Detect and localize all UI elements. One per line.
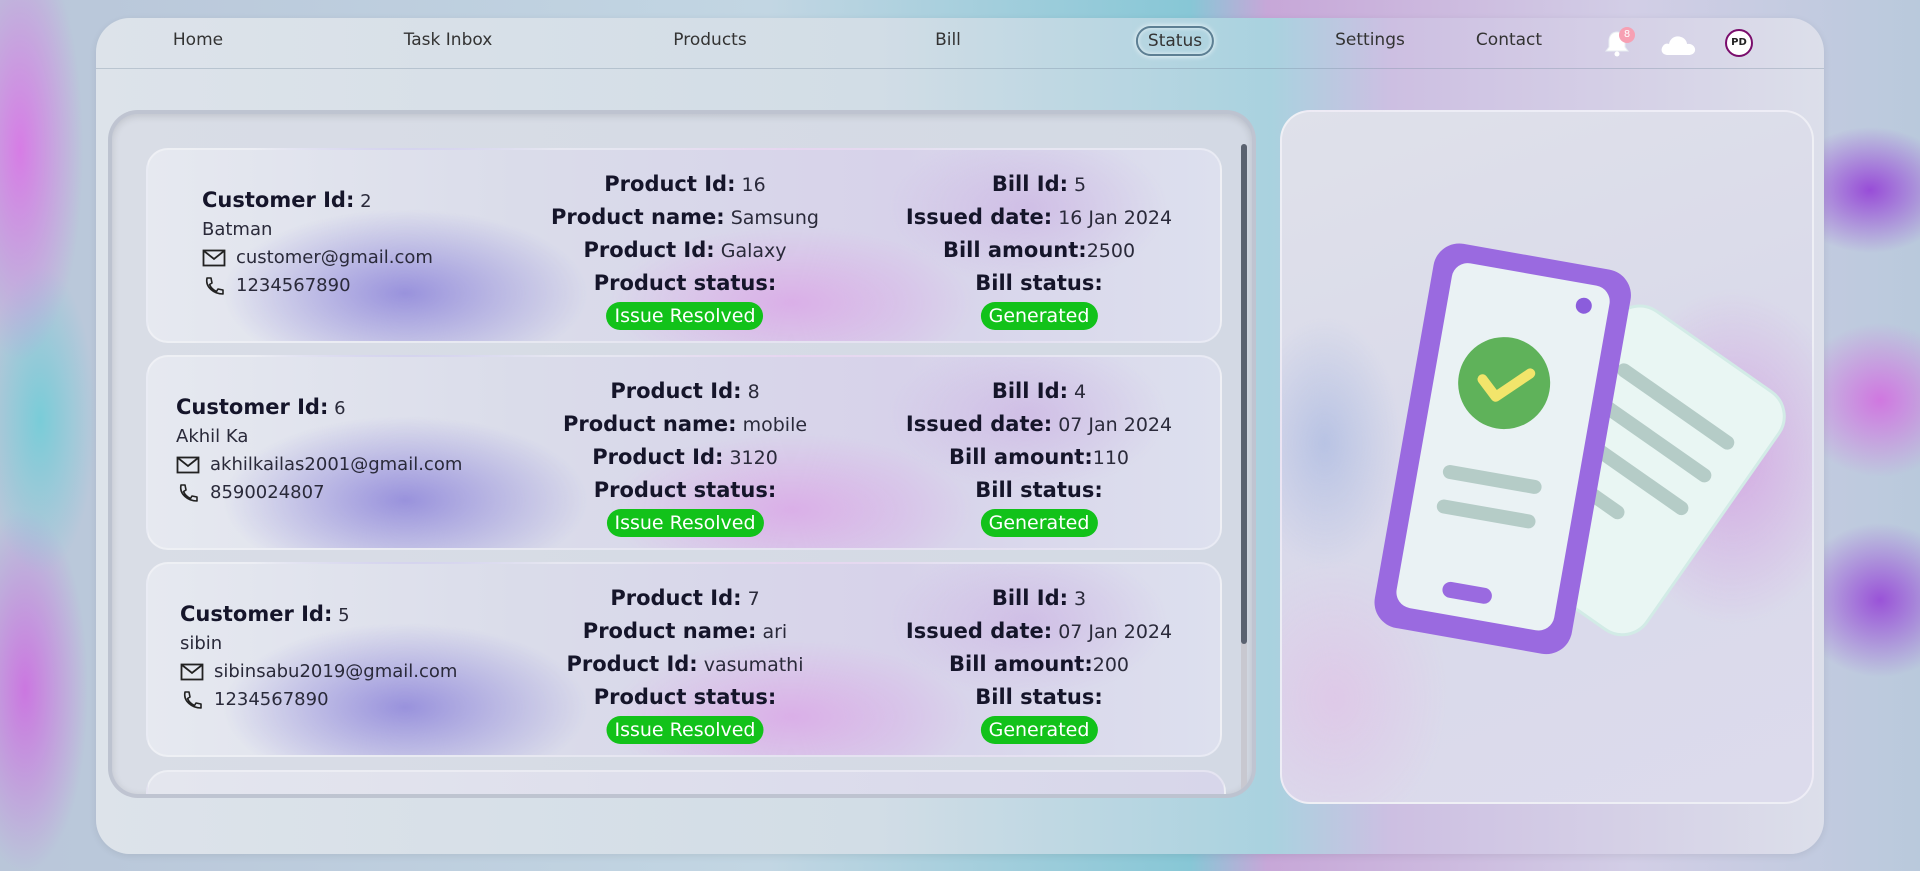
bill-info: Bill Id: 5 Issued date: 16 Jan 2024 Bill… [906, 168, 1172, 332]
bill-amount-label: Bill amount: [949, 445, 1093, 469]
bill-status-label: Bill status: [975, 271, 1103, 295]
issued-date-value: 07 Jan 2024 [1058, 621, 1173, 643]
issued-date-value: 16 Jan 2024 [1058, 207, 1173, 229]
cloud-icon[interactable] [1659, 32, 1697, 58]
bill-id-value: 5 [1074, 174, 1087, 196]
issued-date-label: Issued date: [905, 619, 1053, 643]
product-info: Product Id: 8 Product name: mobile Produ… [563, 375, 807, 539]
customer-email: sibinsabu2019@gmail.com [214, 661, 458, 682]
bill-status-label: Bill status: [975, 478, 1103, 502]
bill-amount-label: Bill amount: [942, 238, 1087, 262]
issued-date-label: Issued date: [905, 205, 1053, 229]
bill-id-label: Bill Id: [991, 586, 1068, 610]
mail-icon [176, 456, 200, 474]
bill-status-badge: Generated [980, 302, 1098, 330]
product-status-badge: Issue Resolved [606, 302, 764, 330]
customer-info: Customer Id: 6 Akhil Ka akhilkailas2001@… [176, 393, 462, 507]
product-id-value: vasumathi [703, 654, 804, 676]
phone-icon [183, 691, 202, 709]
customer-phone: 1234567890 [236, 275, 351, 296]
avatar[interactable]: PD [1725, 29, 1753, 57]
phone-with-checkmark-and-document-illustration [1374, 243, 1786, 655]
product-name-value: mobile [742, 414, 808, 436]
product-status-label: Product status: [593, 478, 777, 502]
bill-id-label: Bill Id: [991, 379, 1068, 403]
product-name-label: Product name: [551, 205, 725, 229]
app-window: Home Task Inbox Products Bill Status Set… [96, 18, 1824, 854]
status-card: Customer Id: 6 Akhil Ka akhilkailas2001@… [146, 355, 1222, 550]
customer-id-label: Customer Id: [202, 188, 355, 212]
nav-status[interactable]: Status [1135, 26, 1215, 56]
bill-status-badge: Generated [980, 509, 1098, 537]
nav-task-inbox[interactable]: Task Inbox [404, 30, 493, 50]
nav-contact[interactable]: Contact [1476, 30, 1542, 50]
product-info: Product Id: 7 Product name: ari Product … [567, 582, 804, 746]
product-id-value: Galaxy [720, 240, 787, 262]
product-id-label: Product Id: [610, 379, 742, 403]
bill-id-value: 4 [1074, 381, 1087, 403]
nav-bill[interactable]: Bill [935, 30, 961, 50]
customer-id-value: 6 [334, 398, 346, 419]
bill-info: Bill Id: 3 Issued date: 07 Jan 2024 Bill… [906, 582, 1172, 746]
product-id-label: Product Id: [566, 652, 698, 676]
illustration-panel [1280, 110, 1814, 804]
notification-badge: 8 [1619, 27, 1635, 43]
product-id-label: Product Id: [592, 445, 724, 469]
product-id-label: Product Id: [604, 172, 736, 196]
product-name-label: Product name: [582, 619, 757, 643]
customer-id-value: 5 [338, 605, 350, 626]
mail-icon [202, 249, 226, 267]
bill-status-label: Bill status: [975, 685, 1103, 709]
customer-name: Batman [202, 219, 273, 240]
customer-email: customer@gmail.com [236, 247, 433, 268]
customer-info: Customer Id: 2 Batman customer@gmail.com… [202, 186, 433, 300]
status-card: Customer Id: 2 Batman customer@gmail.com… [146, 148, 1222, 343]
product-status-label: Product status: [593, 685, 777, 709]
bill-id-label: Bill Id: [991, 172, 1068, 196]
customer-info: Customer Id: 5 sibin sibinsabu2019@gmail… [180, 600, 457, 714]
bill-info: Bill Id: 4 Issued date: 07 Jan 2024 Bill… [906, 375, 1172, 539]
product-status-badge: Issue Resolved [606, 716, 764, 744]
customer-email: akhilkailas2001@gmail.com [210, 454, 463, 475]
customer-id-label: Customer Id: [176, 395, 329, 419]
product-info: Product Id: 16 Product name: Samsung Pro… [551, 168, 819, 332]
product-name-value: Samsung [730, 207, 819, 229]
bill-amount-value: 110 [1092, 447, 1129, 469]
mail-icon [180, 663, 204, 681]
product-id-label: Product Id: [583, 238, 715, 262]
product-name-label: Product name: [562, 412, 737, 436]
customer-phone: 8590024807 [210, 482, 325, 503]
top-navbar: Home Task Inbox Products Bill Status Set… [96, 18, 1824, 69]
product-status-badge: Issue Resolved [606, 509, 764, 537]
issued-date-label: Issued date: [905, 412, 1053, 436]
product-id-value: 7 [747, 588, 760, 610]
bill-amount-label: Bill amount: [949, 652, 1093, 676]
bill-status-badge: Generated [980, 716, 1098, 744]
bill-amount-value: 2500 [1086, 240, 1136, 262]
issued-date-value: 07 Jan 2024 [1058, 414, 1173, 436]
scrollbar-thumb[interactable] [1241, 144, 1247, 644]
customer-name: sibin [180, 633, 223, 654]
product-id-value: 3120 [729, 447, 778, 469]
status-list-panel: Customer Id: 2 Batman customer@gmail.com… [108, 110, 1256, 798]
nav-home[interactable]: Home [173, 30, 223, 50]
product-id-value: 8 [747, 381, 760, 403]
bill-id-value: 3 [1074, 588, 1087, 610]
product-status-label: Product status: [593, 271, 777, 295]
product-id-label: Product Id: [610, 586, 742, 610]
product-name-value: ari [762, 621, 788, 643]
status-card: Customer Id: 5 sibin sibinsabu2019@gmail… [146, 562, 1222, 757]
nav-products[interactable]: Products [673, 30, 746, 50]
bill-amount-value: 200 [1092, 654, 1129, 676]
phone-icon [179, 484, 198, 502]
phone-icon [205, 277, 224, 295]
product-id-value: 16 [741, 174, 766, 196]
nav-settings[interactable]: Settings [1335, 30, 1405, 50]
customer-id-value: 2 [360, 191, 372, 212]
customer-id-label: Customer Id: [180, 602, 333, 626]
customer-phone: 1234567890 [214, 689, 329, 710]
status-card-partial [146, 770, 1226, 794]
customer-name: Akhil Ka [176, 426, 249, 447]
